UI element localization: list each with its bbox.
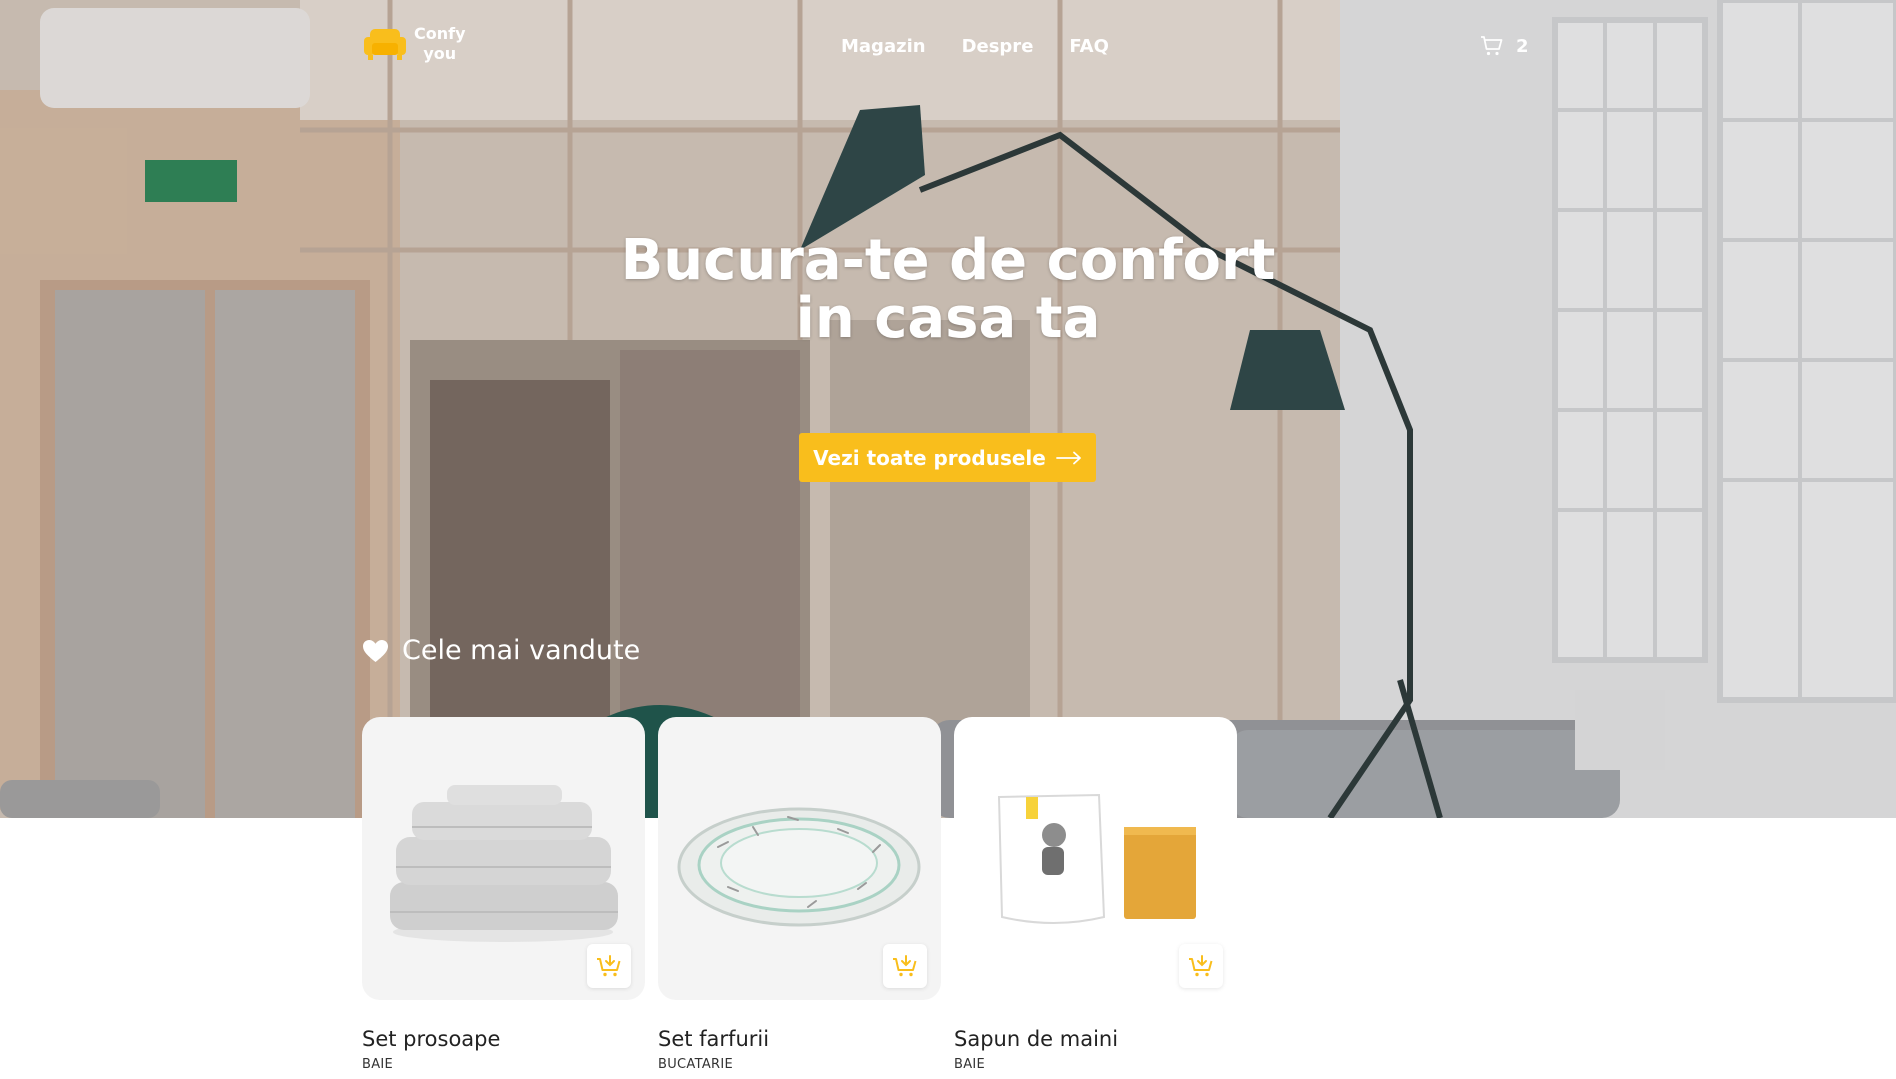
arrow-right-icon: [1055, 451, 1081, 464]
brand-name: Confy you: [414, 24, 466, 64]
nav-link-despre[interactable]: Despre: [962, 36, 1034, 57]
hero-title: Bucura-te de confort in casa ta: [548, 232, 1348, 348]
view-all-products-label: Vezi toate produsele: [813, 445, 1046, 470]
hero-title-line2: in casa ta: [795, 286, 1101, 351]
add-to-cart-icon: [1189, 955, 1213, 977]
heart-icon: [363, 639, 388, 662]
view-all-products-button[interactable]: Vezi toate produsele: [799, 433, 1096, 482]
sofa-icon: [364, 29, 406, 60]
product-card-plates[interactable]: Set farfurii BUCATARIE: [658, 717, 941, 1072]
add-to-cart-button-towels[interactable]: [587, 944, 631, 988]
nav-link-magazin[interactable]: Magazin: [841, 36, 926, 57]
main-nav: Magazin Despre FAQ: [841, 36, 1109, 57]
add-to-cart-button-soap[interactable]: [1179, 944, 1223, 988]
hero-title-line1: Bucura-te de confort: [620, 228, 1276, 293]
bestsellers-title: Cele mai vandute: [402, 635, 641, 666]
product-card-towels[interactable]: Set prosoape BAIE: [362, 717, 645, 1072]
product-category-towels: BAIE: [362, 1057, 394, 1072]
product-card-soap[interactable]: Sapun de maini BAIE: [954, 717, 1237, 1072]
product-name-towels[interactable]: Set prosoape: [362, 1027, 645, 1051]
product-name-soap[interactable]: Sapun de maini: [954, 1027, 1237, 1051]
product-image-soap: [954, 717, 1237, 1000]
product-name-plates[interactable]: Set farfurii: [658, 1027, 941, 1051]
product-image-plates: [658, 717, 941, 1000]
brand-name-line1: Confy: [414, 24, 466, 43]
cart-button[interactable]: 2: [1480, 34, 1529, 58]
add-to-cart-icon: [893, 955, 917, 977]
product-list: Set prosoape BAIE Set farfurii BUCATARIE…: [362, 717, 1237, 1072]
product-category-plates: BUCATARIE: [658, 1057, 733, 1072]
add-to-cart-button-plates[interactable]: [883, 944, 927, 988]
bestsellers-heading: Cele mai vandute: [362, 635, 640, 666]
nav-link-faq[interactable]: FAQ: [1069, 36, 1108, 57]
brand-name-line2: you: [423, 44, 457, 63]
hero-background: [0, 0, 1896, 818]
shopping-cart-icon: [1481, 36, 1503, 56]
brand-logo[interactable]: Confy you: [362, 24, 466, 64]
add-to-cart-icon: [597, 955, 621, 977]
hero-overlay: [0, 0, 1896, 818]
site-header: Confy you Magazin Despre FAQ 2: [0, 0, 1896, 100]
product-image-towels: [362, 717, 645, 1000]
product-category-soap: BAIE: [954, 1057, 986, 1072]
cart-count-badge: 2: [1516, 35, 1529, 57]
